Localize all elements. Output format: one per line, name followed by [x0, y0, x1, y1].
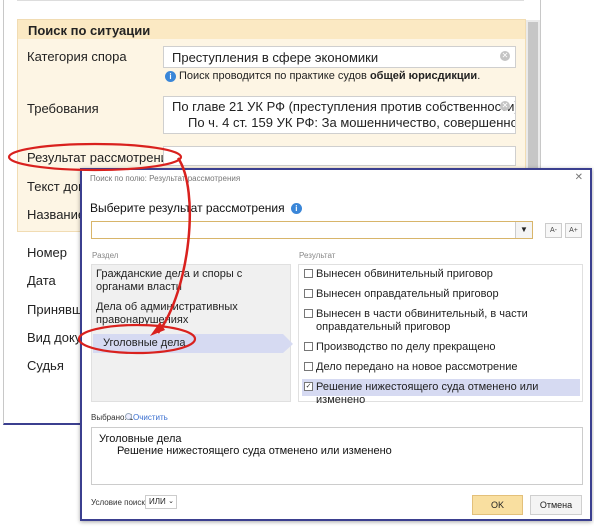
- checkbox-icon[interactable]: [304, 362, 313, 371]
- dispute-category-label: Категория спора: [27, 49, 127, 64]
- close-icon[interactable]: ✕: [575, 172, 583, 183]
- result-column-label: Результат: [299, 251, 336, 260]
- selection-summary: Уголовные дела Решение нижестоящего суда…: [91, 427, 583, 485]
- info-icon: i: [165, 70, 176, 82]
- font-decrease-button[interactable]: A-: [545, 223, 562, 238]
- section-list: Гражданские дела и споры с органами влас…: [91, 264, 293, 402]
- judge-label: Судья: [27, 358, 64, 373]
- section-item-administrative[interactable]: Дела об административных правонарушениях: [96, 301, 271, 327]
- section-item-civil[interactable]: Гражданские дела и споры с органами влас…: [96, 268, 271, 294]
- result-item-selected[interactable]: ✓ Решение нижестоящего суда отменено или …: [302, 379, 580, 406]
- requirements-value-line1: По главе 21 УК РФ (преступления против с…: [172, 99, 516, 114]
- result-item[interactable]: Вынесен обвинительный приговор: [302, 268, 580, 281]
- ok-button[interactable]: OK: [472, 495, 523, 515]
- dialog-title: Поиск по полю: Результат рассмотрения: [90, 174, 241, 183]
- result-item[interactable]: Дело передано на новое рассмотрение: [302, 361, 580, 374]
- requirements-value-line2: По ч. 4 ст. 159 УК РФ: За мошенничество,…: [188, 115, 515, 130]
- condition-label: Условие поиска:: [91, 498, 152, 507]
- checkbox-icon[interactable]: [304, 309, 313, 318]
- section-title: Поиск по ситуации: [18, 20, 525, 39]
- dropdown-arrow-icon[interactable]: ▼: [515, 222, 532, 238]
- clear-icon[interactable]: [125, 413, 132, 420]
- checkbox-icon[interactable]: [304, 289, 313, 298]
- clear-icon[interactable]: ✕: [500, 51, 510, 61]
- dialog-heading: Выберите результат рассмотрения i: [90, 201, 305, 215]
- result-label: Результат рассмотрения: [27, 150, 175, 165]
- result-combobox[interactable]: ▼: [91, 221, 533, 239]
- scrollbar-thumb[interactable]: [528, 22, 538, 172]
- jurisdiction-hint: i Поиск проводится по практике судов обще…: [165, 70, 480, 82]
- section-column-label: Раздел: [92, 251, 119, 260]
- divider: [17, 0, 524, 1]
- cancel-button[interactable]: Отмена: [530, 495, 582, 515]
- summary-result: Решение нижестоящего суда отменено или и…: [117, 445, 392, 457]
- title-label: Название: [27, 207, 86, 222]
- font-increase-button[interactable]: A+: [565, 223, 582, 238]
- dispute-category-value: Преступления в сфере экономики: [172, 50, 379, 65]
- requirements-field[interactable]: По главе 21 УК РФ (преступления против с…: [163, 96, 516, 134]
- number-label: Номер: [27, 245, 68, 260]
- requirements-label: Требования: [27, 101, 99, 116]
- section-item-criminal[interactable]: Уголовные дела: [93, 334, 293, 353]
- result-list: Вынесен обвинительный приговор Вынесен о…: [298, 264, 583, 406]
- dispute-category-field[interactable]: Преступления в сфере экономики ✕: [163, 46, 516, 68]
- condition-select[interactable]: ИЛИ ⌄: [145, 495, 177, 509]
- info-icon: i: [290, 203, 302, 215]
- checkbox-icon[interactable]: [304, 269, 313, 278]
- result-field[interactable]: [163, 146, 516, 166]
- result-item[interactable]: Вынесен в части обвинительный, в части о…: [302, 308, 580, 334]
- result-item[interactable]: Производство по делу прекращено: [302, 341, 580, 354]
- summary-section: Уголовные дела: [99, 433, 182, 445]
- issuer-label: Принявш: [27, 302, 83, 317]
- checkbox-checked-icon[interactable]: ✓: [304, 382, 313, 391]
- chevron-down-icon: ⌄: [168, 498, 174, 505]
- result-item[interactable]: Вынесен оправдательный приговор: [302, 288, 580, 301]
- date-label: Дата: [27, 273, 56, 288]
- clear-icon[interactable]: ✕: [500, 101, 510, 111]
- checkbox-icon[interactable]: [304, 342, 313, 351]
- clear-link[interactable]: Очистить: [133, 413, 168, 422]
- result-selection-dialog: Поиск по полю: Результат рассмотрения ✕ …: [80, 168, 592, 521]
